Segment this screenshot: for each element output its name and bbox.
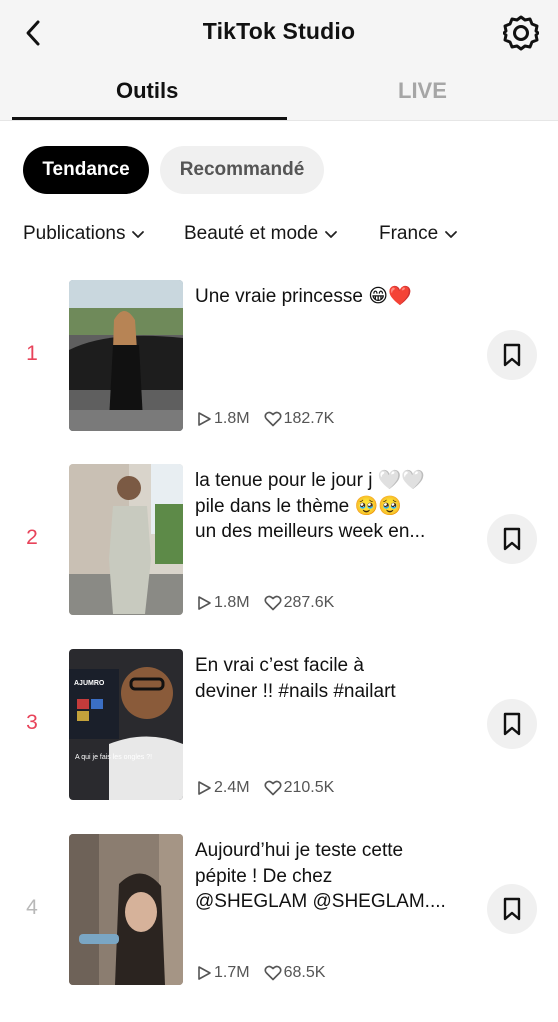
caption-line: pile dans le thème 🥹🥹 bbox=[195, 495, 402, 517]
thumbnail-overlay-text: AJUMRO bbox=[74, 680, 105, 687]
rank-number: 1 bbox=[26, 342, 38, 365]
caption-line: la tenue pour le jour j 🤍🤍 bbox=[195, 470, 426, 491]
likes-count: 210.5K bbox=[283, 779, 335, 796]
header: TikTok Studio Outils LIVE bbox=[0, 0, 558, 121]
heart-icon bbox=[264, 780, 282, 796]
views-count: 1.8M bbox=[214, 410, 250, 427]
caption-line: En vrai c’est facile à bbox=[195, 655, 364, 676]
caption-line: deviner !! #nails #nailart bbox=[195, 680, 396, 702]
likes-count: 68.5K bbox=[283, 964, 326, 981]
list-item[interactable]: 4 Aujourd’hui je teste cette pépite ! De… bbox=[0, 834, 558, 986]
video-caption: la tenue pour le jour j 🤍🤍 pile dans le … bbox=[195, 468, 465, 545]
caption-line: Une vraie princesse 😁❤️ bbox=[195, 286, 412, 307]
bookmark-icon bbox=[503, 897, 521, 921]
play-icon bbox=[198, 966, 211, 980]
video-stats: 1.8M 182.7K bbox=[196, 410, 348, 428]
likes-count: 287.6K bbox=[283, 594, 335, 611]
filter-publications[interactable]: Publications bbox=[23, 223, 145, 245]
filter-label: Beauté et mode bbox=[184, 223, 319, 244]
video-caption: En vrai c’est facile à deviner !! #nails… bbox=[195, 653, 465, 704]
video-thumbnail[interactable] bbox=[69, 280, 183, 431]
tab-outils[interactable]: Outils bbox=[116, 78, 178, 104]
play-icon bbox=[198, 596, 211, 610]
page-title: TikTok Studio bbox=[202, 18, 356, 44]
video-caption: Aujourd’hui je teste cette pépite ! De c… bbox=[195, 838, 465, 915]
active-tab-indicator bbox=[12, 117, 287, 120]
rank-number: 4 bbox=[26, 896, 38, 919]
gear-icon bbox=[503, 15, 539, 51]
settings-button[interactable] bbox=[502, 14, 540, 52]
heart-icon bbox=[264, 965, 282, 981]
save-button[interactable] bbox=[487, 699, 537, 749]
video-stats: 2.4M 210.5K bbox=[196, 779, 348, 797]
caption-line: pépite ! De chez bbox=[195, 865, 333, 887]
chip-recommande[interactable]: Recommandé bbox=[160, 146, 324, 194]
chevron-down-icon bbox=[132, 231, 145, 238]
chevron-down-icon bbox=[325, 231, 338, 238]
list-item[interactable]: 3 AJUMRO A qui je fais les ongles ?! En … bbox=[0, 649, 558, 801]
views-count: 1.8M bbox=[214, 594, 250, 611]
rank-number: 2 bbox=[26, 526, 38, 549]
list-item[interactable]: 2 la tenue pour le jour j 🤍🤍 pile dans l… bbox=[0, 464, 558, 616]
views-count: 1.7M bbox=[214, 964, 250, 981]
save-button[interactable] bbox=[487, 330, 537, 380]
filter-label: Publications bbox=[23, 223, 126, 244]
play-icon bbox=[198, 412, 211, 426]
video-thumbnail[interactable] bbox=[69, 834, 183, 985]
save-button[interactable] bbox=[487, 884, 537, 934]
play-icon bbox=[198, 781, 211, 795]
video-thumbnail[interactable]: AJUMRO A qui je fais les ongles ?! bbox=[69, 649, 183, 800]
caption-line: @SHEGLAM @SHEGLAM.... bbox=[195, 891, 446, 912]
save-button[interactable] bbox=[487, 514, 537, 564]
bookmark-icon bbox=[503, 343, 521, 367]
caption-line: un des meilleurs week en... bbox=[195, 521, 426, 542]
chevron-down-icon bbox=[445, 231, 458, 238]
chip-tendance[interactable]: Tendance bbox=[23, 146, 149, 194]
filter-label: France bbox=[379, 223, 439, 244]
heart-icon bbox=[264, 595, 282, 611]
list-item[interactable]: 1 Une vraie princesse 😁❤️ 1.8M 182.7K bbox=[0, 280, 558, 432]
video-caption: Une vraie princesse 😁❤️ bbox=[195, 284, 465, 310]
thumbnail-overlay-text: A qui je fais les ongles ?! bbox=[75, 754, 152, 761]
heart-icon bbox=[264, 411, 282, 427]
video-stats: 1.8M 287.6K bbox=[196, 594, 348, 612]
tab-live[interactable]: LIVE bbox=[398, 78, 447, 104]
video-stats: 1.7M 68.5K bbox=[196, 964, 339, 982]
likes-count: 182.7K bbox=[283, 410, 335, 427]
caption-line: Aujourd’hui je teste cette bbox=[195, 840, 404, 861]
video-thumbnail[interactable] bbox=[69, 464, 183, 615]
bookmark-icon bbox=[503, 527, 521, 551]
filter-country[interactable]: France bbox=[379, 223, 458, 245]
views-count: 2.4M bbox=[214, 779, 250, 796]
rank-number: 3 bbox=[26, 711, 38, 734]
filter-category[interactable]: Beauté et mode bbox=[184, 223, 338, 245]
bookmark-icon bbox=[503, 712, 521, 736]
